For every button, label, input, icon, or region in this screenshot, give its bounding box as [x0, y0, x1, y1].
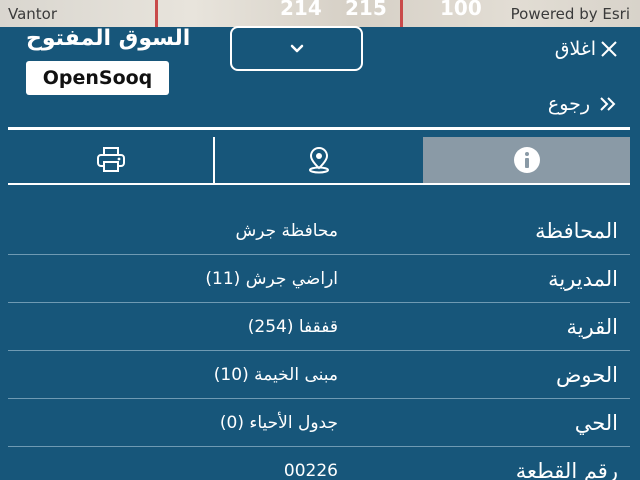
detail-label: الحوض	[555, 362, 618, 387]
map-road	[400, 0, 403, 27]
tab-bar	[8, 137, 630, 185]
detail-row: الحوض مبنى الخيمة (10)	[8, 351, 630, 399]
detail-label: الحي	[574, 410, 618, 435]
detail-label: رقم القطعة	[515, 459, 618, 480]
back-button[interactable]: رجوع	[548, 93, 618, 115]
info-icon	[513, 147, 540, 173]
details-list: المحافظة محافظة جرش المديرية اراضي جرش (…	[8, 207, 630, 480]
detail-row: المحافظة محافظة جرش	[8, 207, 630, 255]
close-icon	[601, 41, 617, 57]
detail-row: القرية قفقفا (254)	[8, 303, 630, 351]
detail-row: المديرية اراضي جرش (11)	[8, 255, 630, 303]
detail-label: المحافظة	[535, 218, 618, 243]
close-button[interactable]: اغلاق	[555, 38, 618, 60]
detail-row: رقم القطعة 00226	[8, 447, 630, 480]
tab-print[interactable]	[8, 137, 215, 183]
map-credit-left: Vantor	[8, 5, 58, 23]
detail-value: جدول الأحياء (0)	[219, 412, 338, 433]
detail-value: اراضي جرش (11)	[205, 268, 338, 289]
chevron-down-icon	[290, 44, 303, 52]
detail-row: الحي جدول الأحياء (0)	[8, 399, 630, 447]
map-parcel-label: 100	[440, 0, 482, 20]
close-label: اغلاق	[554, 38, 596, 60]
tab-info[interactable]	[423, 137, 630, 183]
map-road	[155, 0, 158, 27]
detail-label: القرية	[566, 314, 618, 339]
printer-icon	[96, 147, 125, 172]
tab-location[interactable]	[215, 137, 423, 183]
location-pin-icon	[309, 146, 329, 174]
map-strip[interactable]: 214 215 100 Vantor Powered by Esri	[0, 0, 640, 27]
detail-value: مبنى الخيمة (10)	[213, 364, 338, 385]
watermark-brand: OpenSooq	[26, 61, 169, 95]
divider	[8, 127, 630, 130]
map-credit-right: Powered by Esri	[510, 5, 630, 23]
double-chevron-right-icon	[600, 97, 616, 111]
map-parcel-label: 214	[280, 0, 322, 20]
detail-value: قفقفا (254)	[247, 316, 338, 337]
detail-label: المديرية	[548, 266, 618, 291]
map-parcel-label: 215	[345, 0, 387, 20]
detail-value: محافظة جرش	[235, 220, 339, 241]
detail-value: 00226	[283, 461, 338, 480]
collapse-toggle-button[interactable]	[230, 26, 363, 71]
watermark-arabic-name: السوق المفتوح	[26, 26, 191, 51]
back-label: رجوع	[547, 93, 590, 115]
